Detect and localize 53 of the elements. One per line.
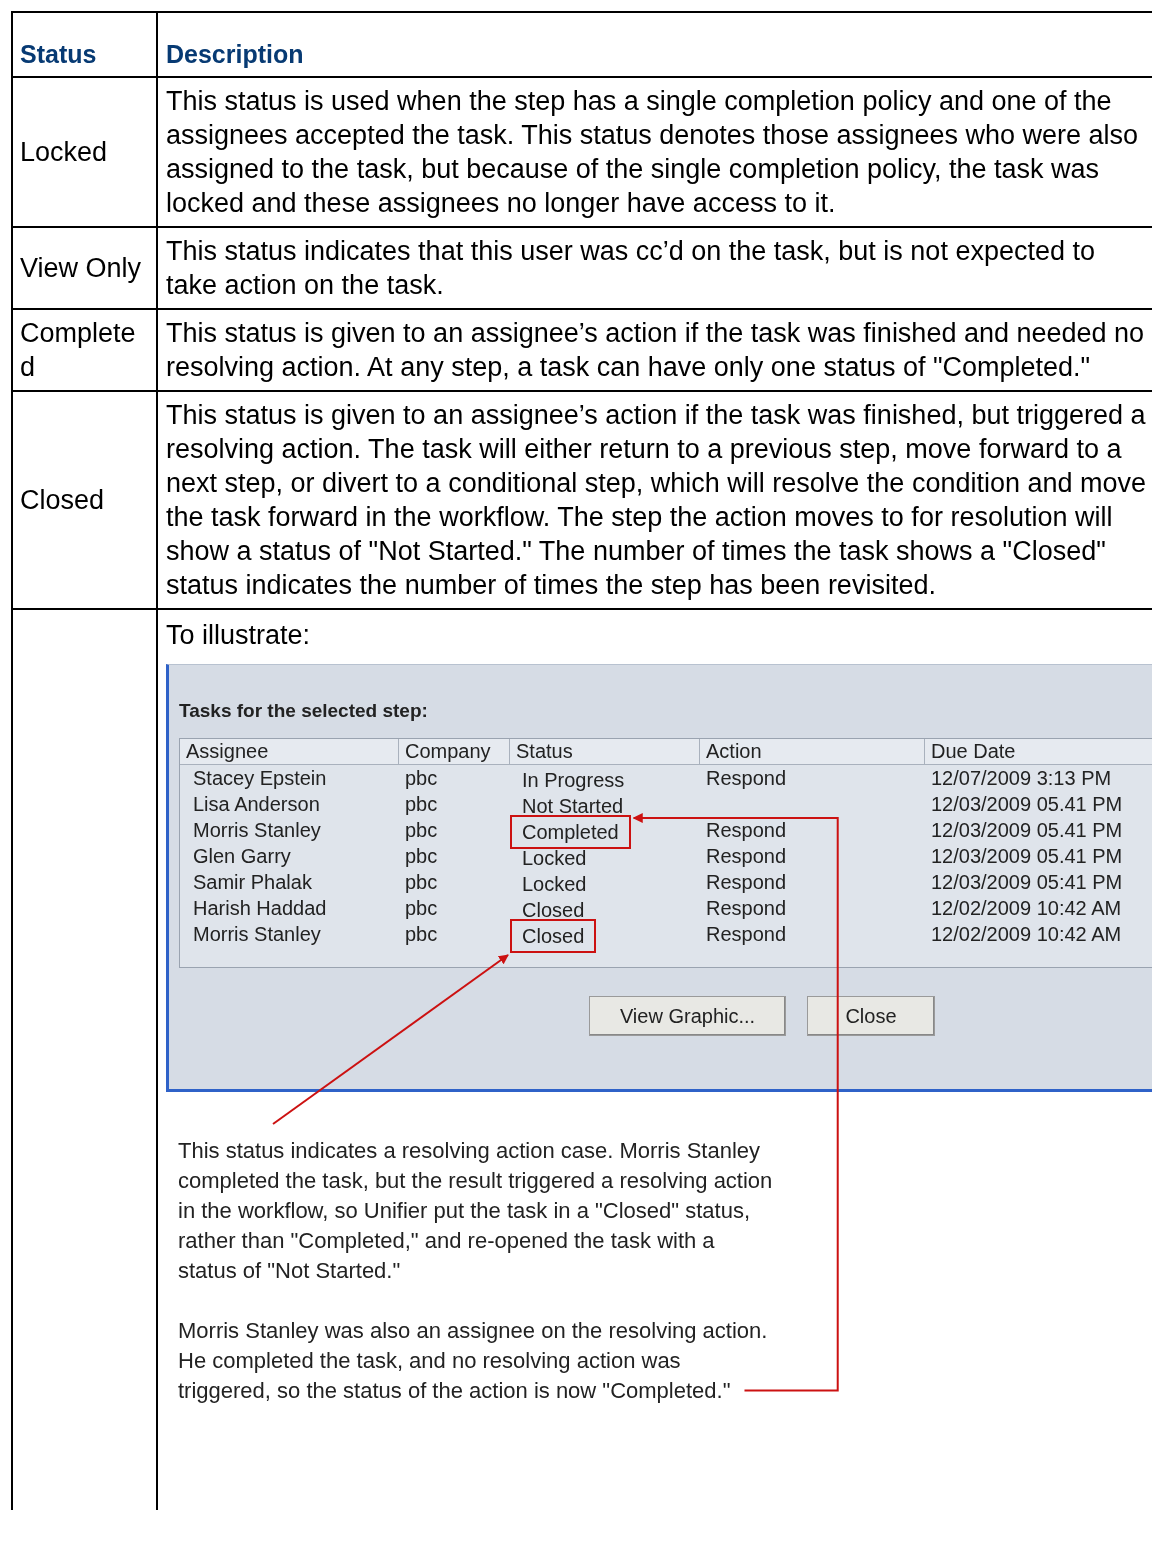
table-cell-text: Lisa Anderson (192, 792, 321, 817)
table-cell: Respond (706, 897, 787, 919)
column-header[interactable]: Assignee (180, 739, 399, 765)
table-cell-text: Morris Stanley (192, 922, 322, 947)
table-cell-text: 12/02/2009 10:42 AM (930, 896, 1123, 921)
table-cell-text: pbc (404, 870, 439, 895)
dialog-heading: Tasks for the selected step: (179, 699, 429, 721)
table-cell-text: Closed (20, 484, 105, 517)
table-cell-text: 12/02/2009 10:42 AM (930, 922, 1123, 947)
table-cell: Completed (510, 815, 631, 849)
close-button[interactable]: Close (807, 996, 935, 1036)
table-cell-text: 12/03/2009 05:41 PM (930, 870, 1124, 895)
column-header[interactable]: Action (700, 739, 925, 765)
table-cell: Respond (706, 871, 787, 893)
table-cell-text: pbc (404, 844, 439, 869)
table-cell-text: Samir Phalak (192, 870, 313, 895)
column-header: Status (20, 38, 97, 70)
table-cell-text: pbc (404, 766, 439, 791)
table-cell-text: This status indicates that this user was cc’d on the task, but is not expected to take action on the task. (166, 235, 1096, 302)
table-cell-text: This status is used when the step has a single completion policy and one of the assignees accepted the task. This status denotes those assignees who were also assigned to the task, but because of the single completion policy, the task was locked and these assignees no longer have access to it. (166, 85, 1140, 220)
table-cell-text: Glen Garry (192, 844, 292, 869)
table-cell-text: This status is given to an assignee’s action if the task was finished and needed no resolving action. At any step, a task can have only one status of "Completed." (166, 317, 1146, 384)
table-cell-text: Stacey Epstein (192, 766, 328, 791)
table-cell-text: Locked (521, 872, 588, 897)
table-cell-text: pbc (404, 896, 439, 921)
table-cell-text: 12/03/2009 05.41 PM (930, 792, 1124, 817)
table-cell-text: View Only (20, 252, 142, 285)
table-cell-text: 12/03/2009 05.41 PM (930, 818, 1124, 843)
table-cell-text: pbc (404, 922, 439, 947)
table-cell-text: 12/07/2009 3:13 PM (930, 766, 1113, 791)
table-cell: Closed (510, 919, 597, 953)
table-cell-text: Completed (20, 317, 137, 384)
column-header[interactable]: Company (399, 739, 510, 765)
table-cell-text: Locked (20, 136, 108, 169)
column-header[interactable]: Due Date (925, 739, 1152, 765)
table-cell-text: pbc (404, 818, 439, 843)
table-cell: Respond (706, 923, 787, 945)
column-header[interactable]: Status (510, 739, 700, 765)
table-cell-text: 12/03/2009 05.41 PM (930, 844, 1124, 869)
column-header: Description (166, 38, 304, 70)
table-cell-text: This status is given to an assignee’s action if the task was finished, but triggered a resolving action. The task will either return to a previous step, move forward to a next step, or divert to a conditional step, which will resolve the condition and move the task forward in the workflow. The step the action moves to for resolution will show a status of "Not Started." The number of times the task shows a "Closed" status indicates the number of times the step has been revisited. (166, 399, 1148, 602)
table-cell: Respond (706, 767, 787, 789)
table-cell-text: Harish Haddad (192, 896, 328, 921)
table-cell-text: Locked (521, 846, 588, 871)
table-cell-text: In Progress (521, 768, 626, 793)
table-cell: Respond (706, 845, 787, 867)
callout-text: Morris Stanley was also an assignee on the resolving action. He completed the task, and no resolving action was triggered, so the status of the action is now "Completed." (178, 1317, 769, 1405)
table-cell: Respond (706, 819, 787, 841)
callout-text: This status indicates a resolving action case. Morris Stanley completed the task, but the result triggered a resolving action in the workflow, so Unifier put the task in a "Closed" status, rather than "Completed," and re-opened the task with a status of "Not Started." (178, 1137, 774, 1285)
view-graphic-button[interactable]: View Graphic... (589, 996, 786, 1036)
table-cell-text: pbc (404, 792, 439, 817)
table-cell-text: To illustrate: (166, 619, 312, 652)
table-cell-text: Morris Stanley (192, 818, 322, 843)
